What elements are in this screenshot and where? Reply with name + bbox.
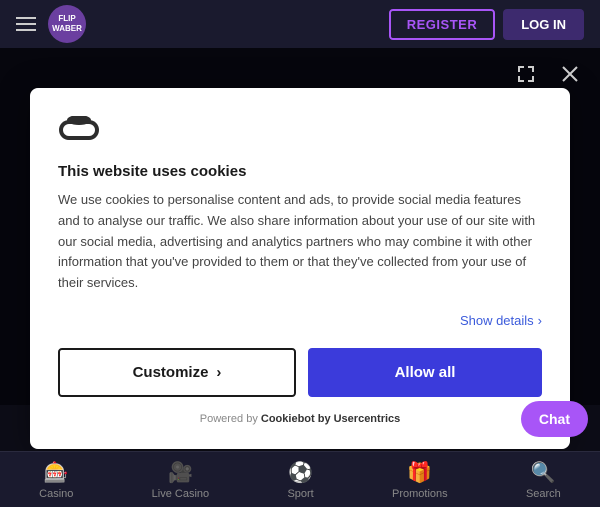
nav-label-sport: Sport <box>287 488 313 500</box>
nav-item-sport[interactable]: ⚽ Sport <box>287 460 313 500</box>
customize-button[interactable]: Customize › <box>58 348 296 397</box>
expand-icon[interactable] <box>512 60 540 88</box>
nav-item-promotions[interactable]: 🎁 Promotions <box>392 460 448 500</box>
register-button[interactable]: REGISTER <box>389 9 495 40</box>
cookiebot-icon <box>58 116 100 144</box>
main-content: This website uses cookies We use cookies… <box>0 48 600 451</box>
overlay-icons <box>512 60 584 88</box>
nav-label-live-casino: Live Casino <box>152 488 209 500</box>
show-details-link[interactable]: Show details › <box>460 313 542 328</box>
chevron-right-icon: › <box>538 313 542 328</box>
nav-label-search: Search <box>526 488 561 500</box>
nav-item-search[interactable]: 🔍 Search <box>526 460 561 500</box>
cookie-overlay: This website uses cookies We use cookies… <box>0 48 600 451</box>
live-casino-icon: 🎥 <box>168 460 193 485</box>
cookie-title: This website uses cookies <box>58 163 542 180</box>
allow-all-button[interactable]: Allow all <box>308 348 542 397</box>
nav-item-live-casino[interactable]: 🎥 Live Casino <box>152 460 209 500</box>
cookie-actions: Customize › Allow all <box>58 348 542 397</box>
login-button[interactable]: LOG IN <box>503 9 584 40</box>
cookie-brand-logo <box>58 116 542 149</box>
chevron-right-icon: › <box>216 364 221 381</box>
nav-label-promotions: Promotions <box>392 488 448 500</box>
close-icon[interactable] <box>556 60 584 88</box>
logo: FLIP WABER <box>48 5 86 43</box>
casino-icon: 🎰 <box>44 460 69 485</box>
powered-by: Powered by Cookiebot by Usercentrics <box>58 413 542 425</box>
bottom-nav: 🎰 Casino 🎥 Live Casino ⚽ Sport 🎁 Promoti… <box>0 451 600 507</box>
sport-icon: ⚽ <box>288 460 313 485</box>
nav-item-casino[interactable]: 🎰 Casino <box>39 460 73 500</box>
promotions-icon: 🎁 <box>407 460 432 485</box>
search-icon: 🔍 <box>531 460 556 485</box>
cookie-body: We use cookies to personalise content an… <box>58 190 542 294</box>
nav-label-casino: Casino <box>39 488 73 500</box>
chat-button[interactable]: Chat <box>521 401 588 437</box>
show-details-container: Show details › <box>58 312 542 330</box>
nav-right: REGISTER LOG IN <box>389 9 584 40</box>
cookie-modal: This website uses cookies We use cookies… <box>30 88 570 449</box>
top-nav: FLIP WABER REGISTER LOG IN <box>0 0 600 48</box>
hamburger-menu[interactable] <box>16 17 36 31</box>
nav-left: FLIP WABER <box>16 5 86 43</box>
